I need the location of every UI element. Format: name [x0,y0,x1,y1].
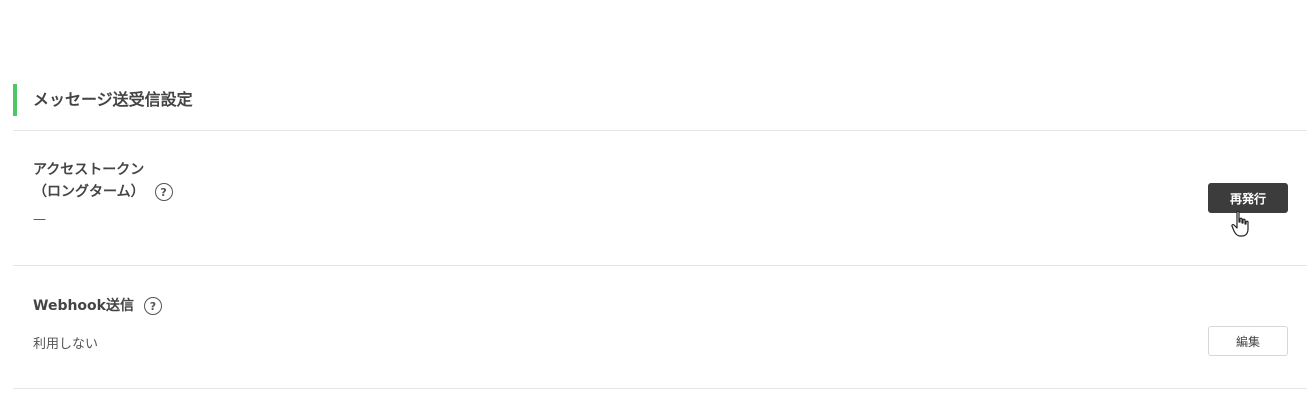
divider [13,265,1307,266]
question-circle-icon[interactable]: ? [143,297,162,315]
hand-pointer-icon [1231,210,1249,237]
webhook-label-wrap: Webhook送信 ? [33,295,162,317]
access-token-label-line1: アクセストークン [33,162,145,178]
reissue-button[interactable]: 再発行 [1208,183,1288,213]
settings-page: メッセージ送受信設定 アクセストークン （ロングターム） ? — 再発行 Web… [0,0,1314,410]
access-token-label: アクセストークン （ロングターム） ? [33,159,173,203]
access-token-label-line2-wrap: （ロングターム） ? [33,181,173,203]
access-token-value: — [33,212,46,227]
divider [13,130,1307,131]
section-accent-bar [13,84,17,116]
webhook-label-text: Webhook送信 [33,298,134,314]
webhook-label: Webhook送信 ? [33,295,162,317]
edit-button[interactable]: 編集 [1208,326,1288,356]
question-circle-icon[interactable]: ? [154,183,173,201]
access-token-label-line2: （ロングターム） [33,184,145,200]
section-title: メッセージ送受信設定 [33,90,193,109]
section-header: メッセージ送受信設定 [13,84,613,116]
webhook-value: 利用しない [33,337,99,352]
divider [13,388,1307,389]
